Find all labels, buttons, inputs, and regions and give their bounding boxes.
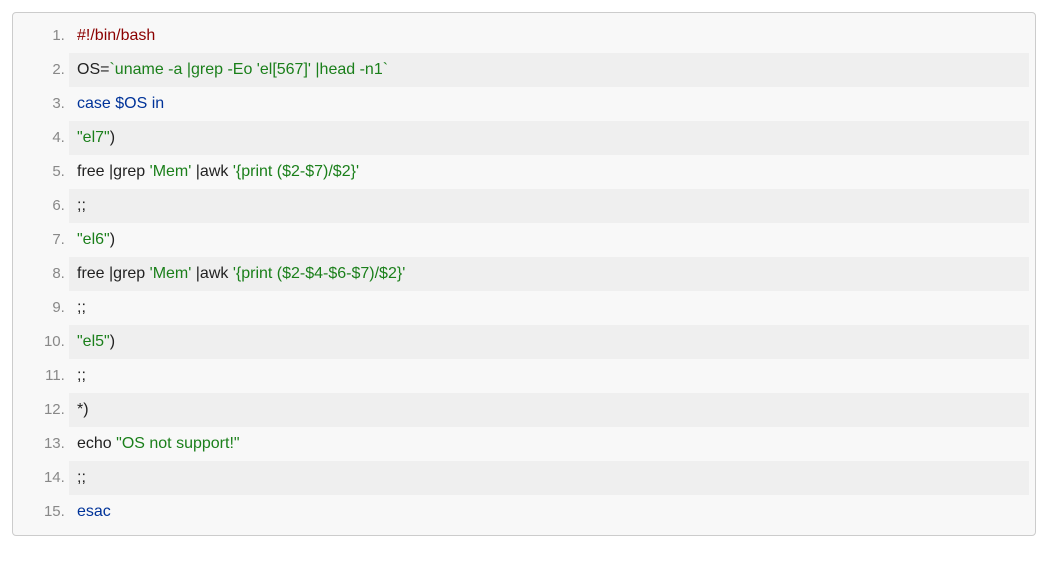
code-line: #!/bin/bash [69,19,1029,53]
code-line: OS=`uname -a |grep -Eo 'el[567]' |head -… [69,53,1029,87]
code-list: #!/bin/bash OS=`uname -a |grep -Eo 'el[56… [19,19,1029,529]
code-block: #!/bin/bash OS=`uname -a |grep -Eo 'el[56… [12,12,1036,536]
code-token: |awk [191,163,233,180]
code-line: ;; [69,461,1029,495]
code-token: free |grep [77,163,150,180]
code-token: #!/bin/bash [77,27,155,44]
code-token: esac [77,503,111,520]
code-line: free |grep 'Mem' |awk '{print ($2-$4-$6-… [69,257,1029,291]
code-token: |awk [191,265,233,282]
code-token: in [152,95,164,112]
code-line: free |grep 'Mem' |awk '{print ($2-$7)/$2… [69,155,1029,189]
code-token: free |grep [77,265,150,282]
code-token: ;; [77,367,86,384]
code-token: *) [77,401,89,418]
code-token: ;; [77,197,86,214]
code-line: "el5") [69,325,1029,359]
code-line: ;; [69,291,1029,325]
code-line: "el6") [69,223,1029,257]
code-line: esac [69,495,1029,529]
code-token: case [77,95,111,112]
code-token: ) [110,333,115,350]
code-token: '{print ($2-$4-$6-$7)/$2}' [233,265,405,282]
code-token: "el7" [77,129,110,146]
code-token: ) [110,231,115,248]
code-line: echo "OS not support!" [69,427,1029,461]
code-token: ;; [77,299,86,316]
code-token: 'Mem' [150,163,192,180]
code-token: 'Mem' [150,265,192,282]
code-token: $OS [115,95,147,112]
code-line: *) [69,393,1029,427]
code-line: ;; [69,189,1029,223]
code-line: ;; [69,359,1029,393]
code-line: case $OS in [69,87,1029,121]
code-token: '{print ($2-$7)/$2}' [233,163,359,180]
code-token: echo [77,435,116,452]
code-token: ) [110,129,115,146]
code-token: `uname -a |grep -Eo 'el[567]' |head -n1` [109,61,388,78]
code-line: "el7") [69,121,1029,155]
code-token: "OS not support!" [116,435,239,452]
code-token: OS= [77,61,109,78]
code-token: "el6" [77,231,110,248]
code-token: ;; [77,469,86,486]
code-token: "el5" [77,333,110,350]
